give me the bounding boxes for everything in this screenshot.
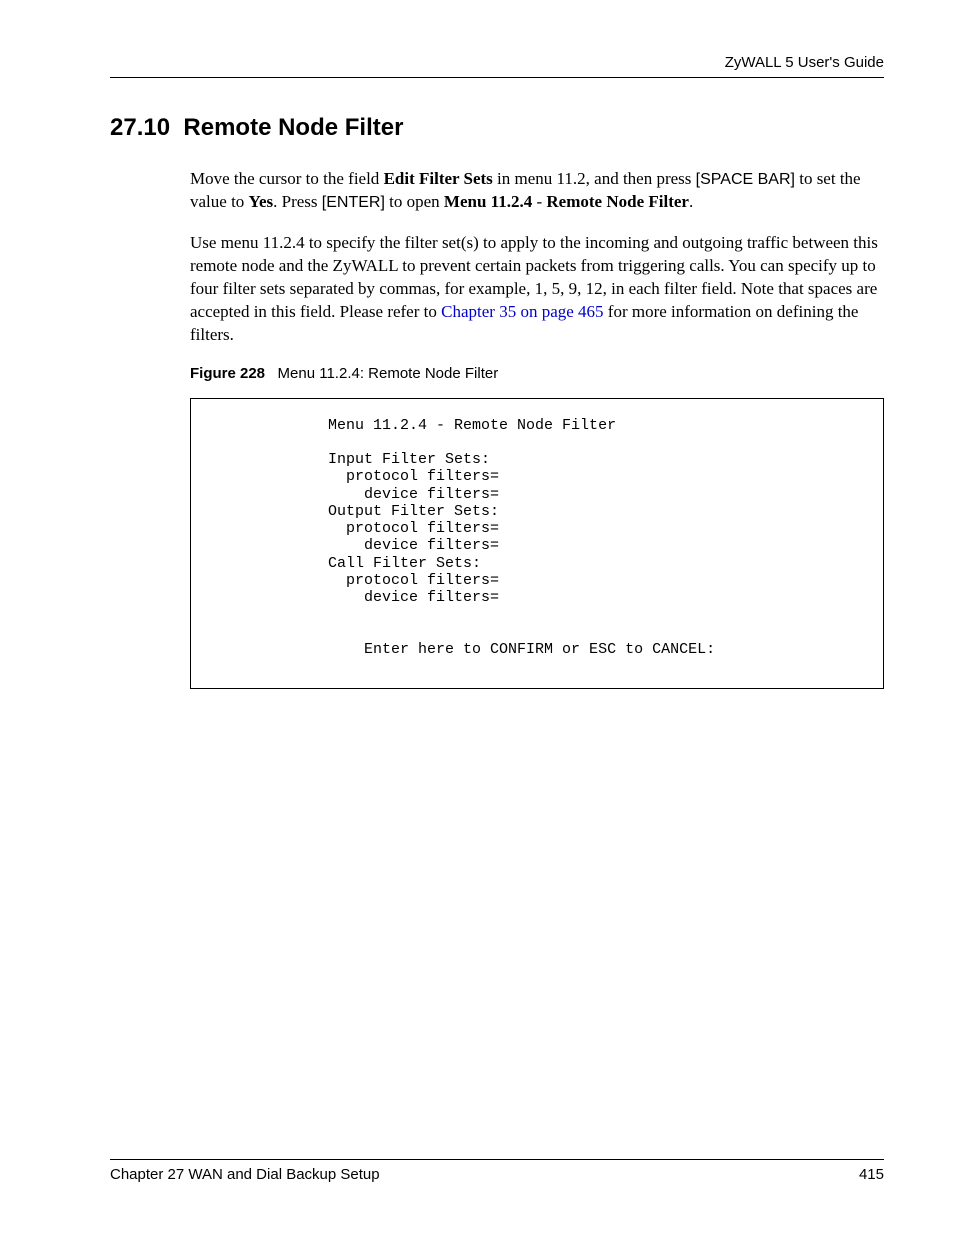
page-footer: Chapter 27 WAN and Dial Backup Setup 415 xyxy=(110,1159,884,1183)
text: . xyxy=(689,192,693,211)
figure-label: Figure 228 xyxy=(190,365,265,382)
footer-row: Chapter 27 WAN and Dial Backup Setup 415 xyxy=(110,1166,884,1183)
code-box: Menu 11.2.4 - Remote Node Filter Input F… xyxy=(190,398,884,690)
paragraph-2: Use menu 11.2.4 to specify the filter se… xyxy=(190,232,884,347)
footer-page-number: 415 xyxy=(859,1166,884,1183)
bold-text: Edit Filter Sets xyxy=(384,169,493,188)
text: in menu 11.2, and then press xyxy=(493,169,696,188)
text: - xyxy=(532,192,546,211)
figure-caption: Figure 228 Menu 11.2.4: Remote Node Filt… xyxy=(190,365,884,382)
header-rule xyxy=(110,77,884,78)
section-number: 27.10 xyxy=(110,114,170,141)
section-heading: 27.10 Remote Node Filter xyxy=(110,114,884,142)
paragraph-1: Move the cursor to the field Edit Filter… xyxy=(190,168,884,214)
section-title: Remote Node Filter xyxy=(183,114,403,141)
bold-text: Yes xyxy=(249,192,274,211)
key-label: [ENTER] xyxy=(322,194,385,211)
cross-reference-link[interactable]: Chapter 35 on page 465 xyxy=(441,302,603,321)
page-header: ZyWALL 5 User's Guide xyxy=(110,54,884,78)
key-label: [SPACE BAR] xyxy=(696,171,795,188)
text: to open xyxy=(385,192,444,211)
footer-chapter: Chapter 27 WAN and Dial Backup Setup xyxy=(110,1166,380,1183)
text: . Press xyxy=(273,192,322,211)
text: Move the cursor to the field xyxy=(190,169,384,188)
guide-title: ZyWALL 5 User's Guide xyxy=(110,54,884,77)
footer-rule xyxy=(110,1159,884,1160)
page-content: 27.10 Remote Node Filter Move the cursor… xyxy=(110,54,884,689)
bold-text: Remote Node Filter xyxy=(546,192,689,211)
bold-text: Menu 11.2.4 xyxy=(444,192,532,211)
figure-caption-text: Menu 11.2.4: Remote Node Filter xyxy=(278,365,499,382)
